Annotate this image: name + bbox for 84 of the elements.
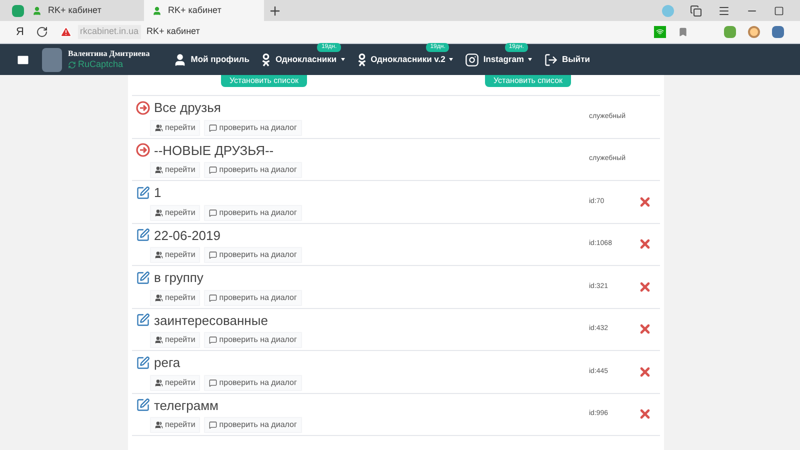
go-button[interactable]: перейти [150, 247, 200, 263]
chat-icon [209, 166, 218, 174]
list-name: рега [154, 354, 180, 372]
ok-icon [356, 52, 367, 66]
page-title: RK+ кабинет [146, 25, 200, 38]
wifi-icon[interactable] [654, 26, 666, 38]
list-name: заинтересованные [154, 312, 268, 330]
go-button[interactable]: перейти [150, 290, 200, 306]
chat-icon [209, 124, 218, 132]
list-name: --НОВЫЕ ДРУЗЬЯ-- [154, 142, 274, 160]
maximize-icon[interactable] [774, 6, 784, 16]
url-domain: rkcabinet.in.ua [78, 25, 140, 39]
nav-item[interactable]: Однокласники v.2 [356, 52, 454, 66]
mail-icon[interactable] [16, 52, 30, 66]
go-button[interactable]: перейти [150, 162, 200, 178]
nav-item[interactable]: Однокласники [261, 52, 345, 66]
person-icon [172, 52, 187, 66]
list-name: в группу [154, 269, 204, 287]
chat-icon [209, 251, 218, 259]
yandex-button[interactable]: Я [16, 24, 24, 40]
edit-icon[interactable] [136, 398, 150, 412]
chat-icon [209, 421, 218, 429]
favicon-icon [32, 6, 42, 16]
browser-tab[interactable]: RK+ кабинет [144, 0, 264, 21]
check-dialog-button[interactable]: проверить на диалог [204, 417, 302, 433]
go-button[interactable]: перейти [150, 332, 200, 348]
check-dialog-button[interactable]: проверить на диалог [204, 290, 302, 306]
refresh-icon [68, 60, 76, 68]
chat-icon [209, 336, 218, 344]
check-dialog-button[interactable]: проверить на диалог [204, 332, 302, 348]
browser-tab[interactable]: RK+ кабинет [24, 0, 144, 21]
go-button[interactable]: перейти [150, 204, 200, 220]
logout-icon [544, 52, 558, 66]
check-dialog-button[interactable]: проверить на диалог [204, 204, 302, 220]
camera-icon [465, 52, 480, 66]
nav-item[interactable]: Выйти [544, 52, 590, 66]
chat-icon [209, 378, 218, 386]
windows-icon[interactable] [690, 4, 702, 16]
menu-icon[interactable] [718, 4, 730, 16]
go-button[interactable]: перейти [150, 374, 200, 390]
list-name: телеграмм [154, 396, 218, 415]
check-dialog-button[interactable]: проверить на диалог [204, 162, 302, 178]
edit-icon[interactable] [136, 228, 150, 242]
people-icon [155, 251, 163, 259]
bookmark-icon[interactable] [678, 27, 688, 37]
nav-item[interactable]: Мой профиль [172, 52, 250, 66]
delete-icon[interactable] [638, 407, 652, 422]
edit-icon[interactable] [136, 186, 150, 200]
edit-icon[interactable] [136, 313, 150, 328]
people-icon [155, 378, 163, 386]
edit-icon[interactable] [136, 270, 150, 285]
chat-icon [209, 208, 218, 216]
user-name: Валентина Дмитриева [68, 48, 150, 59]
check-dialog-button[interactable]: проверить на диалог [204, 247, 302, 263]
check-dialog-button[interactable]: проверить на диалог [204, 374, 302, 390]
delete-icon[interactable] [638, 194, 652, 209]
list-name: 1 [154, 184, 162, 202]
list-name: 22-06-2019 [154, 226, 220, 244]
favicon-icon [152, 6, 162, 16]
arrow-circle-icon [136, 100, 150, 115]
edit-icon[interactable] [136, 356, 150, 370]
service-link[interactable]: RuCaptcha [68, 58, 150, 70]
arrow-circle-icon [136, 143, 150, 158]
delete-icon[interactable] [638, 280, 652, 294]
delete-icon[interactable] [638, 322, 652, 336]
chat-icon [209, 294, 218, 302]
avatar [42, 48, 62, 72]
go-button[interactable]: перейти [150, 120, 200, 136]
reload-icon[interactable] [36, 26, 48, 38]
warning-icon[interactable] [60, 26, 72, 38]
delete-icon[interactable] [638, 237, 652, 252]
people-icon [155, 421, 163, 429]
nav-item[interactable]: Instagram [465, 52, 532, 66]
new-tab-icon[interactable] [268, 4, 282, 18]
check-dialog-button[interactable]: проверить на диалог [204, 120, 302, 136]
people-icon [155, 124, 163, 132]
list-name: Все друзья [154, 99, 221, 117]
delete-icon[interactable] [638, 364, 652, 379]
people-icon [155, 294, 163, 302]
go-button[interactable]: перейти [150, 417, 200, 433]
ok-icon [261, 52, 272, 66]
people-icon [155, 166, 163, 174]
people-icon [155, 336, 163, 344]
people-icon [155, 208, 163, 216]
